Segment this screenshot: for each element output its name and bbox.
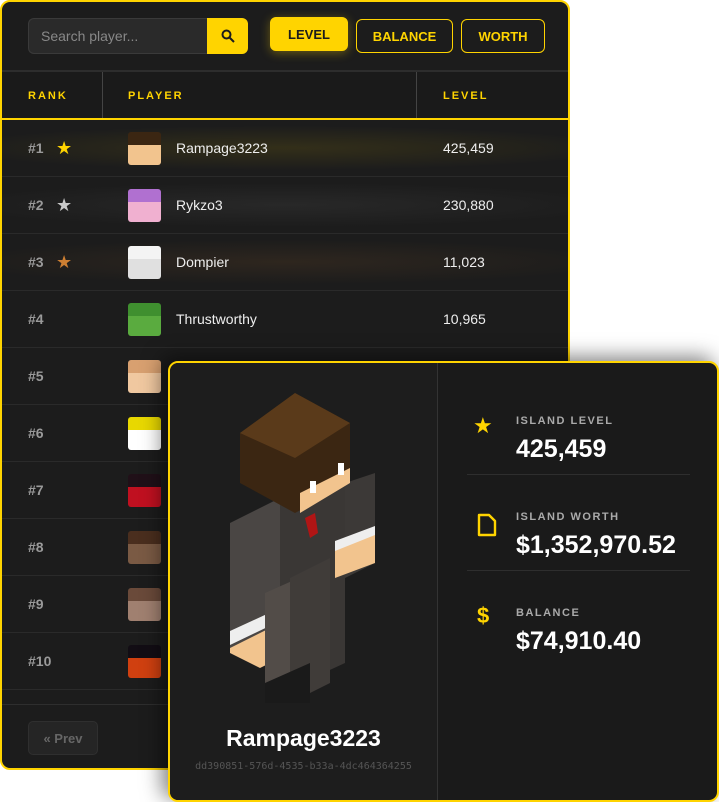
avatar[interactable] xyxy=(128,359,161,393)
profile-uuid[interactable]: dd390851-576d-4535-b33a-4dc464364255 xyxy=(170,761,437,772)
stat-value: 425,459 xyxy=(516,435,607,463)
table-row[interactable]: #1 ★ Rampage3223 425,459 xyxy=(2,120,568,177)
stat-island-level: ★ ISLAND LEVEL 425,459 xyxy=(467,379,690,475)
star-icon: ★ xyxy=(56,137,73,158)
avatar[interactable] xyxy=(128,416,161,450)
table-row[interactable]: #3 ★ Dompier 11,023 xyxy=(2,234,568,291)
rank-label: #8 xyxy=(28,539,44,555)
dollar-icon: $ xyxy=(477,603,490,628)
tab-worth[interactable]: WORTH xyxy=(461,19,545,53)
avatar[interactable] xyxy=(128,473,161,507)
level-value: 230,880 xyxy=(443,197,494,213)
document-icon xyxy=(477,513,497,537)
column-rank[interactable]: RANK xyxy=(28,72,68,120)
stat-label: ISLAND WORTH xyxy=(516,511,620,523)
star-icon: ★ xyxy=(56,194,73,215)
star-icon: ★ xyxy=(56,251,73,272)
profile-skin-section: Rampage3223 dd390851-576d-4535-b33a-4dc4… xyxy=(170,363,438,800)
player-skin-render xyxy=(230,393,375,703)
avatar[interactable] xyxy=(128,131,161,165)
avatar[interactable] xyxy=(128,245,161,279)
column-player[interactable]: PLAYER xyxy=(128,72,184,120)
stat-island-worth: ISLAND WORTH $1,352,970.52 xyxy=(467,475,690,571)
column-level[interactable]: LEVEL xyxy=(443,72,488,120)
toolbar: LEVEL BALANCE WORTH xyxy=(2,2,568,70)
player-name[interactable]: Thrustworthy xyxy=(176,311,257,327)
search-icon xyxy=(221,29,235,43)
player-name[interactable]: Rykzo3 xyxy=(176,197,223,213)
tab-balance[interactable]: BALANCE xyxy=(356,19,453,53)
rank-label: #1 xyxy=(28,140,44,156)
rank-label: #7 xyxy=(28,482,44,498)
avatar[interactable] xyxy=(128,644,161,678)
stat-label: BALANCE xyxy=(516,607,581,619)
rank-label: #9 xyxy=(28,596,44,612)
avatar[interactable] xyxy=(128,302,161,336)
player-name[interactable]: Rampage3223 xyxy=(176,140,268,156)
player-name[interactable]: Dompier xyxy=(176,254,229,270)
search-bar xyxy=(28,18,248,54)
rank-label: #6 xyxy=(28,425,44,441)
stat-value: $74,910.40 xyxy=(516,627,642,655)
rank-label: #3 xyxy=(28,254,44,270)
table-row[interactable]: #4 Thrustworthy 10,965 xyxy=(2,291,568,348)
rank-label: #2 xyxy=(28,197,44,213)
search-button[interactable] xyxy=(207,18,248,54)
level-value: 425,459 xyxy=(443,140,494,156)
avatar[interactable] xyxy=(128,587,161,621)
rank-label: #4 xyxy=(28,311,44,327)
avatar[interactable] xyxy=(128,188,161,222)
avatar[interactable] xyxy=(128,530,161,564)
table-row[interactable]: #2 ★ Rykzo3 230,880 xyxy=(2,177,568,234)
rank-label: #5 xyxy=(28,368,44,384)
star-icon: ★ xyxy=(473,413,493,438)
table-header: RANK PLAYER LEVEL xyxy=(2,70,568,120)
stat-label: ISLAND LEVEL xyxy=(516,415,614,427)
profile-player-name: Rampage3223 xyxy=(226,725,381,751)
tab-level[interactable]: LEVEL xyxy=(270,17,348,51)
player-profile-card: Rampage3223 dd390851-576d-4535-b33a-4dc4… xyxy=(168,361,719,802)
level-value: 10,965 xyxy=(443,311,486,327)
search-input[interactable] xyxy=(28,18,207,54)
rank-label: #10 xyxy=(28,653,52,669)
stat-balance: $ BALANCE $74,910.40 xyxy=(467,571,690,667)
stat-value: $1,352,970.52 xyxy=(516,531,676,559)
level-value: 11,023 xyxy=(443,254,485,270)
prev-page-button[interactable]: « Prev xyxy=(28,721,98,755)
